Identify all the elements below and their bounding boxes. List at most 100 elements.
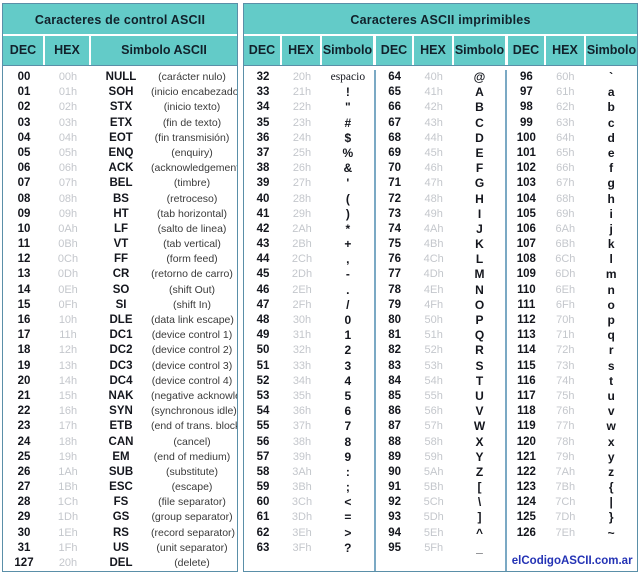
row-dec: 53 [256, 389, 270, 402]
row-dec: 18 [17, 344, 31, 357]
row-hex: 35h [292, 389, 312, 402]
row-dec: 124 [516, 496, 536, 509]
row-symbol: j [609, 221, 613, 236]
row-symbol: 4 [344, 373, 352, 388]
row-dec: 43 [256, 238, 270, 251]
table-row: 60 3Ch < [244, 495, 374, 510]
table-row: 65 41h A [376, 85, 506, 100]
row-symbol: ENQ [108, 146, 134, 159]
row-dec: 65 [388, 86, 402, 99]
table-row: 30 1Eh RS (record separator) [3, 526, 237, 541]
row-dec: 97 [519, 86, 533, 99]
table-row: 76 4Ch L [376, 252, 506, 267]
row-hex: 12h [58, 344, 78, 357]
row-hex: 2Eh [292, 283, 312, 296]
table-row: 23 17h ETB (end of trans. block) [3, 419, 237, 434]
row-dec: 100 [516, 131, 536, 144]
table-row: 25 19h EM (end of medium) [3, 450, 237, 465]
row-dec: 35 [256, 116, 270, 129]
row-description: (salto de linea) [157, 222, 227, 235]
table-row: 123 7Bh { [507, 480, 637, 495]
row-hex: 2Fh [292, 298, 312, 311]
row-hex: 6Bh [555, 238, 576, 251]
row-symbol: W [473, 419, 486, 434]
printable-header-symbol-2: Simbolo [454, 36, 508, 65]
row-symbol: d [607, 130, 615, 145]
row-hex: 31h [292, 329, 312, 342]
table-row: 54 36h 6 [244, 404, 374, 419]
row-dec: 92 [388, 496, 402, 509]
row-hex: 44h [424, 131, 443, 144]
table-row: 26 1Ah SUB (substitute) [3, 465, 237, 480]
table-row: 33 21h! [244, 85, 374, 100]
row-symbol: ' [346, 176, 350, 191]
row-dec: 06 [17, 162, 31, 175]
row-dec: 69 [388, 146, 402, 159]
row-description: (device control 1) [151, 329, 233, 342]
row-dec: 127 [14, 557, 34, 569]
row-symbol: @ [473, 70, 486, 84]
table-row: 34 22h " [244, 100, 374, 115]
row-dec: 01 [17, 86, 31, 99]
row-dec: 21 [17, 389, 31, 402]
row-symbol: DLE [109, 314, 133, 326]
row-symbol: espacio [330, 71, 366, 83]
table-row: 90 5Ah Z [376, 465, 506, 480]
row-symbol: 9 [344, 449, 352, 464]
table-row: 115 73h s [507, 359, 637, 374]
table-row: 42 2Ah * [244, 222, 374, 237]
table-row: 126 7Eh ~ [507, 526, 637, 541]
row-hex: 7Eh [555, 526, 576, 539]
row-hex: 7Bh [555, 481, 576, 494]
row-hex: 41h [424, 86, 443, 99]
column-spacer [244, 556, 374, 571]
row-dec: 57 [256, 450, 270, 463]
table-row: 50 32h 2 [244, 343, 374, 358]
row-dec: 05 [17, 146, 31, 159]
row-symbol: # [344, 115, 352, 130]
row-symbol: K [475, 237, 484, 252]
row-symbol: M [474, 267, 485, 282]
site-footer-link[interactable]: elCodigoASCII.com.ar [507, 545, 637, 571]
row-symbol: CR [112, 268, 130, 281]
row-dec: 41 [256, 207, 270, 220]
row-dec: 51 [256, 359, 270, 372]
table-row: 49 31h 1 [244, 328, 374, 343]
row-hex: 52h [424, 344, 443, 357]
row-dec: 36 [256, 131, 270, 144]
row-dec: 34 [256, 101, 270, 114]
row-dec: 54 [256, 405, 270, 418]
table-row: 22 16h SYN (synchronous idle) [3, 404, 237, 419]
row-symbol: s [607, 358, 615, 373]
row-symbol: ! [345, 85, 350, 100]
row-dec: 110 [517, 283, 536, 296]
row-symbol: { [608, 480, 614, 495]
row-description: (carácter nulo) [158, 71, 226, 83]
row-description: (acknowledgement) [151, 162, 237, 175]
table-row: 118 76h v [507, 404, 637, 419]
row-hex: 3Dh [291, 511, 313, 524]
row-dec: 82 [388, 344, 402, 357]
row-dec: 111 [517, 298, 536, 311]
row-dec: 52 [256, 374, 270, 387]
row-symbol: 1 [344, 328, 352, 343]
row-dec: 70 [388, 162, 402, 175]
row-hex: 64h [556, 131, 575, 144]
table-row: 94 5Eh ^ [376, 526, 506, 541]
row-symbol: G [474, 176, 485, 191]
row-hex: 04h [58, 131, 78, 144]
table-row: 09 09h HT (tab horizontal) [3, 207, 237, 222]
row-hex: 58h [424, 435, 443, 448]
row-hex: 38h [292, 435, 312, 448]
row-dec: 119 [517, 420, 536, 433]
table-row: 18 12h DC2 (device control 2) [3, 343, 237, 358]
row-dec: 112 [517, 314, 536, 326]
control-panel-title: Caracteres de control ASCII [3, 4, 237, 36]
row-symbol: n [607, 282, 615, 297]
row-hex: 6Eh [555, 283, 576, 296]
row-symbol: Z [475, 464, 484, 479]
row-symbol: B [475, 100, 484, 115]
printable-header-dec-1: DEC [244, 36, 282, 65]
table-row: 117 75h u [507, 389, 637, 404]
table-row: 00 00h NULL (carácter nulo) [3, 70, 237, 85]
